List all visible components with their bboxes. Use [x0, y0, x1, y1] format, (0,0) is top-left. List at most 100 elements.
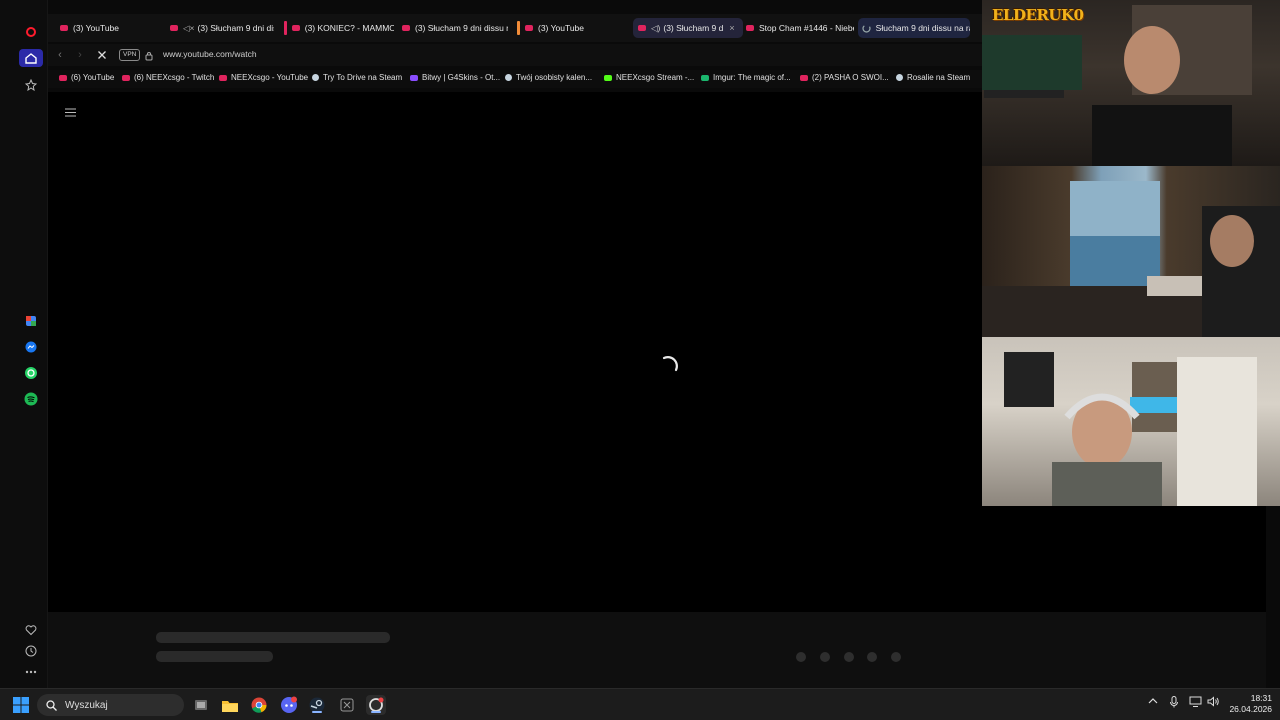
favorites-heart-icon[interactable] — [16, 620, 46, 640]
bookmark-item[interactable]: Try To Drive na Steam — [312, 73, 402, 82]
tab-stop-cham[interactable]: Stop Cham #1446 - Niebe — [746, 18, 854, 38]
chrome-icon[interactable] — [249, 695, 269, 715]
tab-label: (3) YouTube — [538, 23, 584, 33]
webcam-scene-2 — [982, 181, 1280, 337]
tab-sluchasz-loading[interactable]: Słucham 9 dni dissu na ra — [858, 18, 970, 38]
browser-sidebar — [0, 0, 48, 688]
bookmark-item[interactable]: Twój osobisty kalen... — [505, 73, 592, 82]
bookmark-item[interactable]: Bitwy | G4Skins - Ot... — [410, 73, 500, 82]
webcam-feed-3 — [982, 337, 1280, 506]
bookmark-item[interactable]: NEEXcsgo Stream -... — [604, 73, 694, 82]
tab-koniec[interactable]: (3) KONIEC? - MAMMON — [284, 18, 394, 38]
steam-icon — [312, 74, 319, 81]
tab-sluchasz-2[interactable]: (3) Słucham 9 dni dissu na — [402, 18, 508, 38]
youtube-icon — [525, 25, 533, 31]
taskbar-search[interactable]: Wyszukaj — [37, 694, 184, 716]
bookmark-label: NEEXcsgo Stream -... — [616, 73, 695, 82]
steam-icon — [896, 74, 903, 81]
messenger-icon[interactable] — [16, 337, 46, 357]
spotify-icon[interactable] — [16, 389, 46, 409]
kick-icon — [604, 74, 612, 81]
discord-icon[interactable] — [279, 695, 299, 715]
tab-label: Słucham 9 dni dissu na ra — [875, 23, 970, 33]
clock-time: 18:31 — [1250, 693, 1272, 703]
tab-youtube-1[interactable]: (3) YouTube — [60, 18, 164, 38]
bookmark-item[interactable]: Rosalie na Steam — [896, 73, 970, 82]
stop-loading-icon[interactable] — [94, 48, 110, 62]
tab-label: (3) YouTube — [73, 23, 119, 33]
bookmark-item[interactable]: (2) PASHA O SWOI... — [800, 73, 889, 82]
youtube-icon — [170, 25, 178, 31]
search-icon — [46, 699, 57, 711]
forward-arrow-icon[interactable]: › — [72, 48, 88, 62]
action-skeleton — [820, 652, 830, 662]
tab-sluchasz-active[interactable]: ◁) (3) Słucham 9 dni × — [633, 18, 743, 38]
loading-spinner-icon — [660, 354, 680, 379]
bookmark-label: Rosalie na Steam — [907, 73, 971, 82]
tab-group-indicator — [517, 21, 520, 35]
youtube-icon — [60, 25, 68, 31]
bookmark-label: (2) PASHA O SWOI... — [812, 73, 889, 82]
speaker-icon[interactable]: ◁) — [651, 23, 660, 34]
bookmarks-bar: (6) YouTube (6) NEEXcsgo - Twitch NEEXcs… — [48, 70, 982, 88]
loading-spinner-icon — [862, 23, 871, 33]
tab-label: (3) KONIEC? - MAMMON — [304, 23, 394, 33]
action-skeleton — [844, 652, 854, 662]
network-icon[interactable] — [1189, 696, 1202, 710]
running-indicator — [371, 711, 381, 713]
url-field[interactable]: www.youtube.com/watch — [163, 49, 257, 59]
bookmark-item[interactable]: (6) YouTube — [59, 73, 114, 82]
tab-group-indicator — [284, 21, 287, 35]
tray-overflow-chevron-icon[interactable] — [1148, 696, 1158, 707]
bookmark-item[interactable]: Imgur: The magic of... — [701, 73, 791, 82]
task-view-icon[interactable] — [191, 695, 211, 715]
running-indicator — [312, 711, 322, 713]
bookmark-label: NEEXcsgo - YouTube — [231, 73, 309, 82]
webcam-scene-1 — [982, 5, 1252, 166]
tab-strip: (3) YouTube ◁× (3) Słucham 9 dni diss (3… — [48, 14, 982, 42]
webcam-scene-3 — [1004, 352, 1257, 506]
webcam-feed-1: ELDERUK0 — [982, 0, 1280, 166]
more-options-icon[interactable] — [16, 662, 46, 682]
bookmark-item[interactable]: (6) NEEXcsgo - Twitch — [122, 73, 214, 82]
action-skeleton — [867, 652, 877, 662]
bookmark-label: (6) NEEXcsgo - Twitch — [134, 73, 215, 82]
microphone-icon[interactable] — [1170, 696, 1178, 711]
whatsapp-icon[interactable] — [16, 363, 46, 383]
close-tab-icon[interactable]: × — [729, 23, 734, 33]
imgur-icon — [701, 74, 709, 81]
g4skins-icon — [410, 74, 418, 81]
google-calendar-icon[interactable] — [16, 311, 46, 331]
history-clock-icon[interactable] — [16, 641, 46, 661]
taskbar-clock[interactable]: 18:31 26.04.2026 — [1226, 693, 1272, 715]
vpn-badge[interactable]: VPN — [119, 49, 141, 61]
opera-gx-taskbar-icon[interactable] — [366, 695, 386, 715]
back-arrow-icon[interactable]: ‹ — [52, 48, 68, 62]
search-placeholder: Wyszukaj — [65, 699, 108, 711]
youtube-icon — [59, 74, 67, 81]
lock-icon[interactable] — [145, 48, 153, 66]
youtube-icon — [219, 74, 227, 81]
tab-sluchasz-1[interactable]: ◁× (3) Słucham 9 dni diss — [170, 18, 274, 38]
bookmark-item[interactable]: NEEXcsgo - YouTube — [219, 73, 308, 82]
youtube-icon — [291, 25, 300, 31]
address-bar: ‹ › VPN www.youtube.com/watch — [48, 44, 982, 66]
file-explorer-icon[interactable] — [220, 695, 240, 715]
volume-icon[interactable] — [1207, 696, 1220, 710]
tab-youtube-2[interactable]: (3) YouTube — [517, 18, 627, 38]
action-skeleton — [796, 652, 806, 662]
opera-logo-icon[interactable] — [16, 22, 46, 42]
bookmark-label: Imgur: The magic of... — [713, 73, 791, 82]
home-icon[interactable] — [16, 48, 46, 68]
bookmark-label: Try To Drive na Steam — [323, 73, 403, 82]
xbox-app-icon[interactable] — [337, 695, 357, 715]
hamburger-menu-icon[interactable] — [65, 104, 76, 122]
tab-label: Stop Cham #1446 - Niebe — [759, 23, 854, 33]
title-skeleton — [156, 632, 390, 643]
windows-start-icon[interactable] — [13, 697, 29, 718]
steam-icon — [505, 74, 512, 81]
bookmarks-star-icon[interactable] — [16, 75, 46, 95]
steam-icon[interactable] — [307, 695, 327, 715]
youtube-icon — [800, 74, 808, 81]
muted-speaker-icon[interactable]: ◁× — [183, 23, 195, 34]
